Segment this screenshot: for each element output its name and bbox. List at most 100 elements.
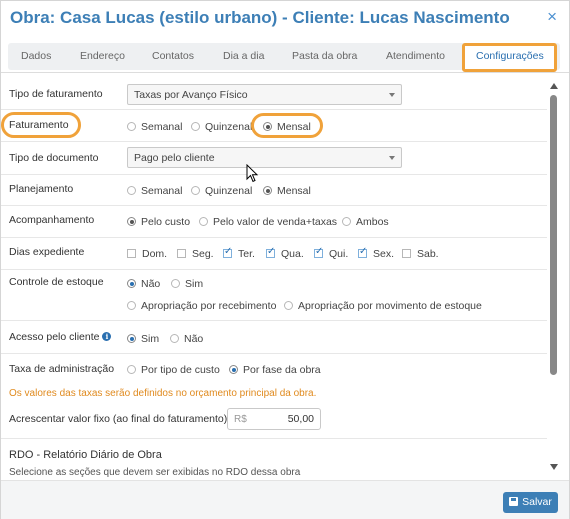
- option-label: Mensal: [277, 185, 311, 197]
- tab-contatos[interactable]: Contatos: [152, 50, 194, 62]
- day-qui[interactable]: Qui.: [314, 246, 349, 260]
- acompanhamento-label: Acompanhamento: [9, 214, 95, 226]
- acompanhamento-option-venda[interactable]: Pelo valor de venda+taxas: [199, 216, 337, 228]
- save-button-label: Salvar: [522, 496, 552, 508]
- radio-selected-icon: [263, 186, 272, 195]
- planejamento-option-mensal[interactable]: Mensal: [263, 185, 311, 197]
- day-sex[interactable]: Sex.: [358, 246, 395, 260]
- row-taxa-administracao: Taxa de administração Por tipo de custo …: [1, 354, 547, 439]
- row-tipo-faturamento: Tipo de faturamento Taxas por Avanço Fís…: [1, 77, 547, 110]
- tab-configuracoes[interactable]: Configurações: [476, 50, 544, 62]
- option-label: Ambos: [356, 216, 389, 228]
- day-label: Sab.: [417, 248, 439, 260]
- radio-icon: [127, 301, 136, 310]
- radio-selected-icon: [127, 217, 136, 226]
- acesso-cliente-label: Acesso pelo cliente i: [9, 331, 112, 343]
- acompanhamento-option-ambos[interactable]: Ambos: [342, 216, 389, 228]
- row-dias-expediente: Dias expediente Dom. Seg. Ter. Qua. Qui.…: [1, 238, 547, 270]
- day-ter[interactable]: Ter.: [223, 246, 255, 260]
- day-label: Ter.: [238, 248, 255, 260]
- taxa-note: Os valores das taxas serão definidos no …: [9, 388, 317, 399]
- radio-icon: [127, 186, 136, 195]
- radio-selected-icon: [127, 334, 136, 343]
- option-label: Pelo valor de venda+taxas: [213, 216, 338, 228]
- day-seg[interactable]: Seg.: [177, 248, 214, 260]
- planejamento-option-semanal[interactable]: Semanal: [127, 185, 182, 197]
- tab-pasta-da-obra[interactable]: Pasta da obra: [292, 50, 357, 62]
- option-label: Sim: [185, 278, 204, 290]
- option-label: Mensal: [277, 121, 311, 133]
- checkbox-checked-icon: [223, 246, 232, 258]
- day-dom[interactable]: Dom.: [127, 248, 167, 260]
- tipo-faturamento-select[interactable]: Taxas por Avanço Físico: [127, 84, 402, 105]
- valor-fixo-input[interactable]: R$ 50,00: [227, 408, 321, 430]
- option-label: Não: [141, 278, 161, 290]
- option-label: Apropriação por movimento de estoque: [298, 300, 482, 312]
- radio-icon: [127, 122, 136, 131]
- option-label: Por fase da obra: [243, 364, 321, 376]
- acesso-option-nao[interactable]: Não: [170, 333, 203, 345]
- tab-endereco[interactable]: Endereço: [80, 50, 125, 62]
- day-label: Sex.: [373, 248, 395, 260]
- checkbox-checked-icon: [358, 246, 367, 258]
- option-label: Pelo custo: [141, 216, 191, 228]
- planejamento-option-quinzenal[interactable]: Quinzenal: [191, 185, 252, 197]
- tipo-faturamento-value: Taxas por Avanço Físico: [134, 89, 248, 101]
- option-label: Semanal: [141, 121, 183, 133]
- estoque-option-movimento[interactable]: Apropriação por movimento de estoque: [284, 300, 482, 312]
- tipo-faturamento-label: Tipo de faturamento: [9, 88, 103, 100]
- estoque-option-recebimento[interactable]: Apropriação por recebimento: [127, 300, 276, 312]
- floppy-disk-icon: [509, 497, 519, 506]
- tab-atendimento[interactable]: Atendimento: [386, 50, 445, 62]
- acesso-option-sim[interactable]: Sim: [127, 333, 159, 345]
- tab-dia-a-dia[interactable]: Dia a dia: [223, 50, 264, 62]
- estoque-option-sim[interactable]: Sim: [171, 278, 203, 290]
- radio-icon: [342, 217, 351, 226]
- settings-form: Tipo de faturamento Taxas por Avanço Fís…: [1, 77, 549, 477]
- faturamento-option-mensal[interactable]: Mensal: [263, 121, 311, 133]
- tab-dados[interactable]: Dados: [21, 50, 51, 62]
- day-label: Qui.: [329, 248, 349, 260]
- faturamento-option-semanal[interactable]: Semanal: [127, 121, 182, 133]
- tipo-documento-label: Tipo de documento: [9, 152, 99, 164]
- radio-icon: [170, 334, 179, 343]
- scrollbar[interactable]: [549, 81, 559, 476]
- taxa-option-fase-obra[interactable]: Por fase da obra: [229, 364, 321, 376]
- scroll-thumb[interactable]: [550, 95, 557, 375]
- checkbox-checked-icon: [314, 246, 323, 258]
- option-label: Sim: [141, 333, 160, 345]
- day-sab[interactable]: Sab.: [402, 248, 439, 260]
- faturamento-option-quinzenal[interactable]: Quinzenal: [191, 121, 252, 133]
- checkbox-icon: [177, 249, 186, 258]
- radio-icon: [191, 186, 200, 195]
- chevron-down-icon: [389, 156, 395, 160]
- checkbox-icon: [402, 249, 411, 258]
- tipo-documento-select[interactable]: Pago pelo cliente: [127, 147, 402, 168]
- rdo-title: RDO - Relatório Diário de Obra: [9, 449, 162, 461]
- controle-estoque-label: Controle de estoque: [9, 276, 104, 288]
- row-controle-estoque: Controle de estoque Não Sim Apropriação …: [1, 270, 547, 321]
- valor-fixo-label: Acrescentar valor fixo (ao final do fatu…: [9, 413, 228, 425]
- estoque-option-nao[interactable]: Não: [127, 278, 160, 290]
- row-tipo-documento: Tipo de documento Pago pelo cliente: [1, 142, 547, 175]
- save-button[interactable]: Salvar: [503, 492, 558, 513]
- radio-icon: [127, 365, 136, 374]
- taxa-option-tipo-custo[interactable]: Por tipo de custo: [127, 364, 220, 376]
- info-icon[interactable]: i: [102, 332, 112, 341]
- radio-selected-icon: [263, 122, 272, 131]
- day-label: Seg.: [192, 248, 214, 260]
- day-label: Qua.: [281, 248, 304, 260]
- tipo-documento-value: Pago pelo cliente: [134, 152, 215, 164]
- scroll-up-icon[interactable]: [550, 83, 558, 89]
- option-label: Quinzenal: [205, 185, 253, 197]
- valor-fixo-value: 50,00: [287, 413, 314, 425]
- acompanhamento-option-custo[interactable]: Pelo custo: [127, 216, 190, 228]
- faturamento-label: Faturamento: [9, 119, 69, 131]
- day-label: Dom.: [142, 248, 168, 260]
- close-icon[interactable]: ×: [547, 7, 557, 27]
- day-qua[interactable]: Qua.: [266, 246, 304, 260]
- scroll-down-icon[interactable]: [550, 464, 558, 470]
- taxa-adm-label: Taxa de administração: [9, 363, 115, 375]
- radio-icon: [284, 301, 293, 310]
- chevron-down-icon: [389, 93, 395, 97]
